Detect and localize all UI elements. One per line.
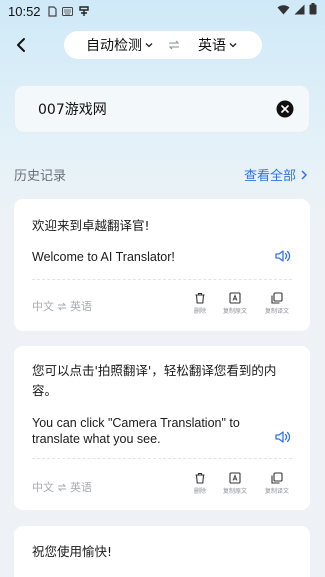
battery-icon (309, 3, 317, 19)
clear-input-button[interactable] (276, 100, 294, 118)
status-right (277, 3, 317, 19)
copy-translation-label: 复制译文 (264, 308, 289, 315)
swap-icon (57, 483, 67, 491)
history-card[interactable]: 欢迎来到卓越翻译官! Welcome to AI Translator! 中文 … (14, 199, 310, 331)
card-translated-text: You can click "Camera Translation" to tr… (32, 416, 240, 446)
delete-label: 删除 (193, 308, 206, 315)
lang-to: 英语 (70, 300, 92, 313)
delete-button[interactable]: 删除 (184, 472, 216, 495)
card-source-text: 您可以点击'拍照翻译'，轻松翻译您看到的内容。 (32, 363, 277, 398)
speak-button[interactable] (274, 428, 292, 446)
trash-icon (195, 472, 205, 484)
translation-input[interactable]: 007游戏网 (14, 85, 310, 133)
card-source-text: 祝您使用愉快! (32, 544, 113, 559)
card-language-pair: 中文 英语 (32, 479, 92, 495)
speak-button[interactable] (274, 247, 292, 265)
source-language-dropdown[interactable]: 自动检测 (86, 31, 153, 59)
history-card[interactable]: 祝您使用愉快! (14, 526, 310, 577)
card-translated-text: Welcome to AI Translator! (32, 250, 175, 264)
copy-translation-button[interactable]: 复制译文 (261, 292, 293, 315)
card-source-text: 欢迎来到卓越翻译官! (32, 218, 150, 233)
lang-from: 中文 (32, 300, 54, 313)
status-time: 10:52 (8, 3, 41, 19)
copy-source-label: 复制原文 (222, 308, 247, 315)
chevron-down-icon (229, 42, 237, 48)
view-all-label: 查看全部 (243, 169, 296, 184)
chevron-left-icon (17, 38, 25, 52)
swap-languages-button[interactable] (168, 31, 180, 59)
chevron-right-icon (301, 169, 308, 180)
delete-button[interactable]: 删除 (184, 292, 216, 315)
copy-icon (271, 472, 283, 484)
copy-translation-label: 复制译文 (264, 488, 289, 495)
copy-text-icon (229, 292, 241, 304)
copy-source-button[interactable]: 复制原文 (219, 472, 251, 495)
card-divider (32, 279, 292, 280)
card-divider (32, 458, 292, 459)
language-selector: 自动检测 英语 (64, 31, 262, 59)
close-circle-icon (276, 100, 294, 118)
history-title: 历史记录 (14, 169, 67, 184)
lang-from: 中文 (32, 481, 54, 494)
sim-icon (47, 5, 57, 17)
top-bar: 自动检测 英语 (0, 28, 325, 62)
speaker-icon (275, 250, 291, 262)
history-card[interactable]: 您可以点击'拍照翻译'，轻松翻译您看到的内容。 You can click "C… (14, 346, 310, 510)
trash-icon (195, 292, 205, 304)
chevron-down-icon (145, 42, 153, 48)
wifi-icon (277, 4, 290, 19)
target-language-label: 英语 (198, 38, 226, 54)
lang-to: 英语 (70, 481, 92, 494)
copy-source-label: 复制原文 (222, 488, 247, 495)
copy-icon (271, 292, 283, 304)
signal-icon (294, 4, 305, 19)
source-language-label: 自动检测 (86, 38, 142, 54)
delete-label: 删除 (193, 488, 206, 495)
view-all-history-link[interactable]: 查看全部 (244, 165, 309, 184)
copy-translation-button[interactable]: 复制译文 (261, 472, 293, 495)
swap-icon (168, 40, 180, 50)
speaker-icon (275, 431, 291, 443)
target-language-dropdown[interactable]: 英语 (198, 31, 237, 59)
copy-source-button[interactable]: 复制原文 (219, 292, 251, 315)
status-bar: 10:52 (0, 0, 325, 22)
keyboard-icon (61, 6, 73, 16)
copy-text-icon (229, 472, 241, 484)
app-logo-icon (78, 5, 90, 17)
card-language-pair: 中文 英语 (32, 298, 92, 314)
swap-icon (57, 302, 67, 310)
back-button[interactable] (10, 34, 32, 56)
input-text[interactable]: 007游戏网 (38, 86, 107, 132)
